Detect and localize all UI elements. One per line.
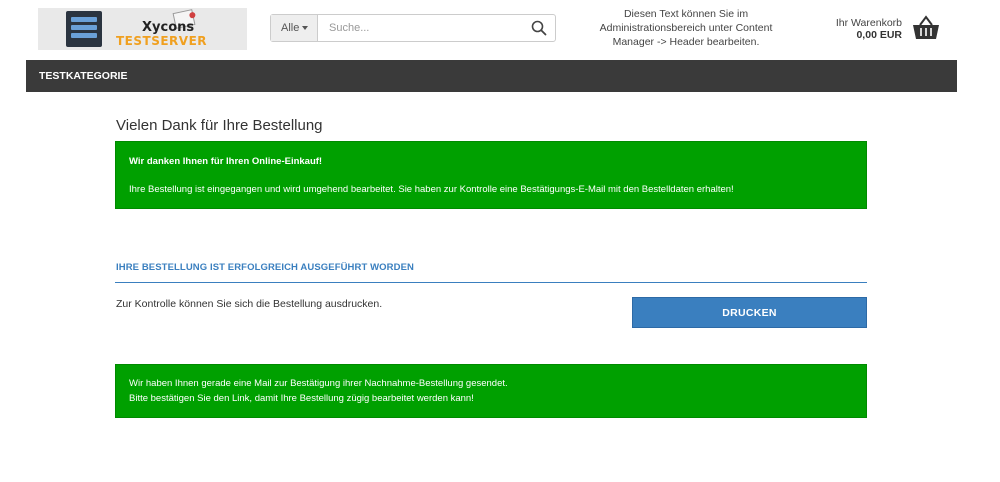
cart-summary[interactable]: Ihr Warenkorb 0,00 EUR <box>820 17 902 41</box>
page-title: Vielen Dank für Ihre Bestellung <box>116 117 323 134</box>
search-category-dropdown[interactable]: Alle <box>271 15 318 41</box>
confirmation-mail-line1: Wir haben Ihnen gerade eine Mail zur Bes… <box>129 378 508 389</box>
success-alert-heading: Wir danken Ihnen für Ihren Online-Einkau… <box>129 156 323 167</box>
search-category-label: Alle <box>281 22 300 34</box>
section-heading: IHRE BESTELLUNG IST ERFOLGREICH AUSGEFÜH… <box>116 262 414 273</box>
print-hint-text: Zur Kontrolle können Sie sich die Bestel… <box>116 298 383 310</box>
section-divider <box>115 282 867 283</box>
caret-down-icon <box>302 26 309 31</box>
success-alert-message: Ihre Bestellung ist eingegangen und wird… <box>129 184 734 195</box>
main-navigation: TESTKATEGORIE <box>26 60 957 92</box>
confirmation-mail-alert: Wir haben Ihnen gerade eine Mail zur Bes… <box>115 364 867 418</box>
nav-item-testkategorie[interactable]: TESTKATEGORIE <box>39 60 127 92</box>
cart-label: Ihr Warenkorb <box>835 17 902 29</box>
search-input[interactable] <box>319 15 519 41</box>
logo-brand-name: Xycons <box>142 20 195 35</box>
logo-brand-subtitle: TESTSERVER <box>116 34 208 48</box>
search-icon[interactable] <box>531 20 547 36</box>
shop-logo[interactable]: Xycons TESTSERVER <box>38 8 247 50</box>
server-icon <box>66 11 102 47</box>
cart-total: 0,00 EUR <box>856 29 902 41</box>
success-alert: Wir danken Ihnen für Ihren Online-Einkau… <box>115 141 867 209</box>
search-bar: Alle <box>270 14 556 42</box>
confirmation-mail-line2: Bitte bestätigen Sie den Link, damit Ihr… <box>129 393 474 404</box>
print-button[interactable]: DRUCKEN <box>632 297 867 328</box>
basket-icon[interactable] <box>912 15 940 41</box>
header-info-text: Diesen Text können Sie im Administration… <box>599 8 773 48</box>
